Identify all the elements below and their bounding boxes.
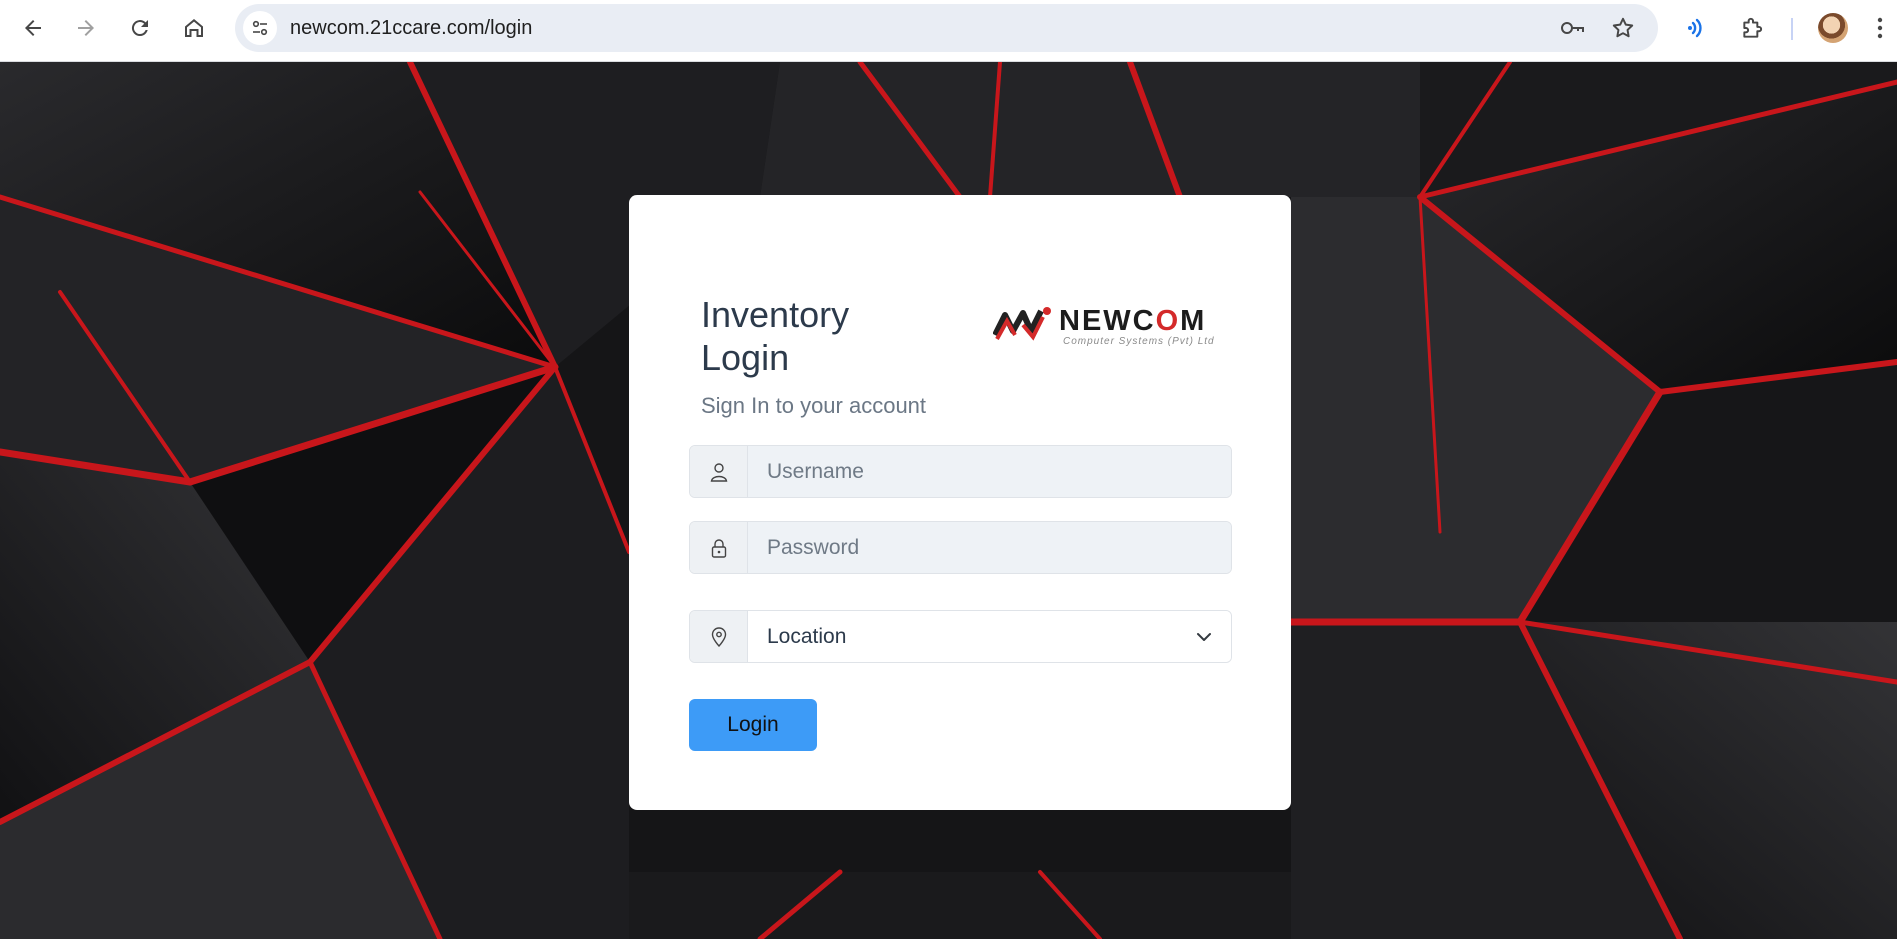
logo-brand-text: NEWCOM — [1059, 305, 1207, 337]
login-button[interactable]: Login — [689, 699, 817, 751]
extensions-puzzle-icon — [1743, 17, 1763, 38]
profile-avatar[interactable] — [1818, 13, 1848, 43]
forward-button[interactable] — [67, 9, 105, 47]
password-key-icon — [1561, 22, 1584, 34]
username-field — [689, 445, 1232, 498]
site-info-icon — [252, 20, 268, 36]
more-menu-button[interactable] — [1870, 12, 1890, 44]
chevron-down-icon — [1197, 633, 1211, 641]
password-addon — [690, 522, 748, 573]
location-field: Location — [689, 610, 1232, 663]
password-input[interactable] — [748, 522, 1231, 573]
bookmark-star-icon — [1612, 17, 1634, 38]
page-subtitle: Sign In to your account — [701, 393, 927, 418]
location-selected-value: Location — [767, 625, 847, 648]
logo-tagline: Computer Systems (Pvt) Ltd — [1063, 336, 1215, 347]
home-icon — [185, 19, 203, 37]
username-addon — [690, 446, 748, 497]
password-field — [689, 521, 1232, 574]
location-addon — [690, 611, 748, 662]
location-select[interactable]: Location — [748, 611, 1231, 662]
page-title: Inventory Login — [701, 294, 850, 378]
username-input[interactable] — [748, 446, 1231, 497]
newcom-logo: NEWCOM Computer Systems (Pvt) Ltd — [993, 301, 1218, 347]
read-aloud-icon — [1688, 18, 1702, 38]
lock-icon — [711, 538, 726, 558]
extensions-button[interactable] — [1737, 12, 1769, 44]
home-button[interactable] — [175, 9, 213, 47]
back-button[interactable] — [14, 9, 52, 47]
more-menu-icon — [1877, 17, 1883, 39]
login-card: Inventory Login NEWCOM Computer Systems … — [629, 195, 1291, 810]
reload-button[interactable] — [121, 9, 159, 47]
url-text[interactable]: newcom.21ccare.com/login — [290, 4, 532, 52]
bookmark-button[interactable] — [1609, 14, 1637, 42]
forward-arrow-icon — [78, 20, 94, 36]
user-icon — [710, 462, 727, 482]
newcom-logo-mark-icon — [993, 307, 1051, 341]
read-aloud-button[interactable] — [1682, 12, 1714, 44]
reload-icon — [131, 20, 148, 37]
toolbar-divider — [1791, 18, 1793, 40]
site-info-button[interactable] — [243, 11, 277, 45]
address-bar[interactable]: newcom.21ccare.com/login — [235, 4, 1658, 52]
map-pin-icon — [711, 626, 726, 647]
back-arrow-icon — [25, 20, 41, 36]
password-manager-button[interactable] — [1558, 14, 1586, 42]
browser-toolbar: newcom.21ccare.com/login — [0, 0, 1897, 62]
